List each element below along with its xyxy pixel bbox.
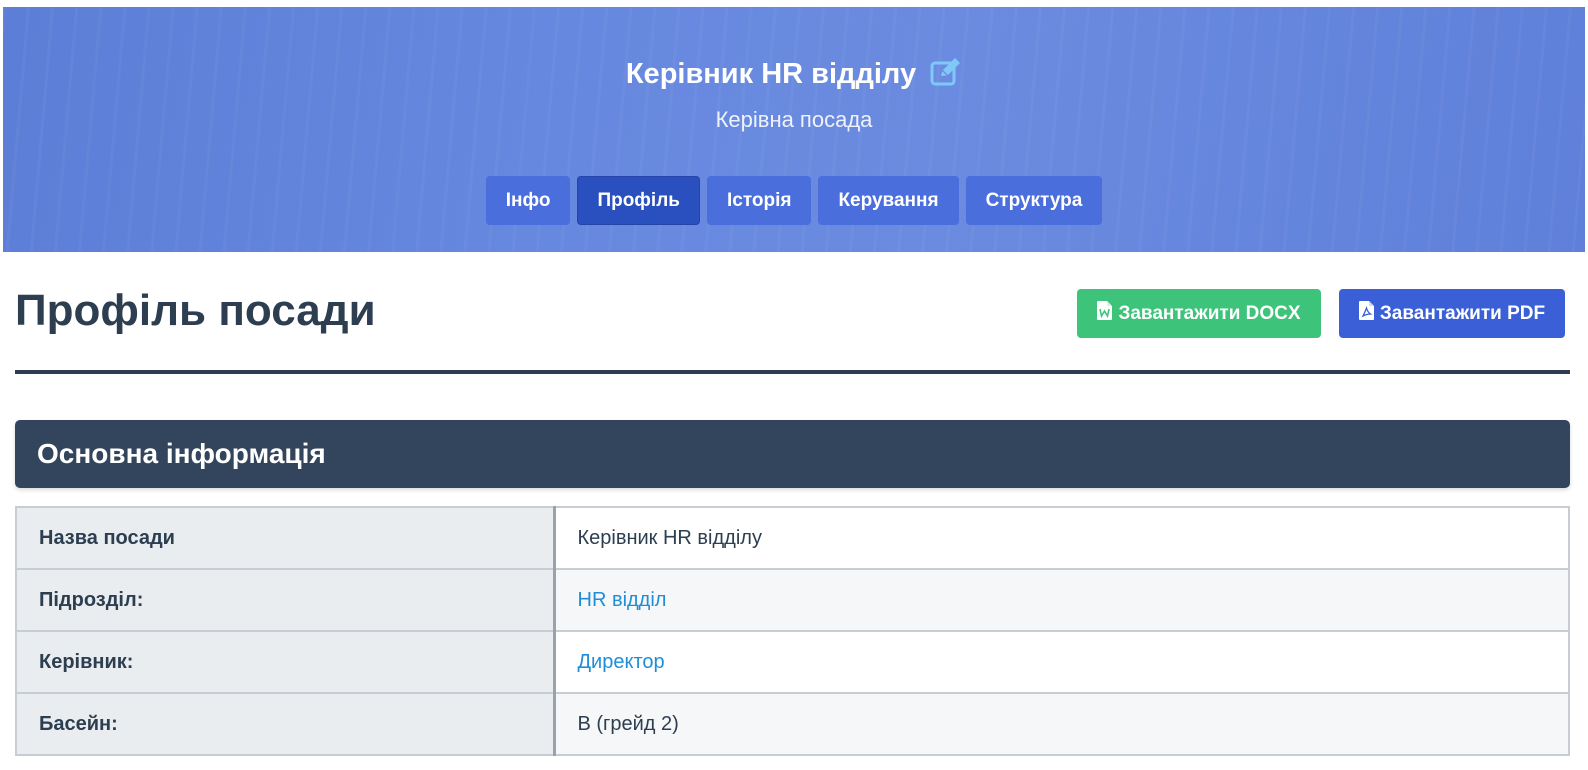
tab-info[interactable]: Інфо bbox=[485, 176, 571, 225]
table-row: Назва посади Керівник HR відділу bbox=[15, 506, 1570, 570]
row-label-department: Підрозділ: bbox=[15, 568, 556, 632]
row-value-manager-cell: Директор bbox=[553, 630, 1570, 694]
row-label-position-name: Назва посади bbox=[15, 506, 556, 570]
row-value-position-name: Керівник HR відділу bbox=[553, 506, 1570, 570]
row-value-pool: B (грейд 2) bbox=[553, 692, 1570, 756]
word-file-icon bbox=[1097, 301, 1113, 326]
download-pdf-button[interactable]: Завантажити PDF bbox=[1339, 289, 1565, 338]
tab-structure[interactable]: Структура bbox=[965, 176, 1103, 225]
pdf-file-icon bbox=[1358, 301, 1374, 326]
position-title-row: Керівник HR відділу bbox=[3, 57, 1585, 95]
row-value-department-cell: HR відділ bbox=[553, 568, 1570, 632]
position-hero-banner: Керівник HR відділу Керівна посада Інфо … bbox=[3, 7, 1585, 252]
manager-link[interactable]: Директор bbox=[578, 651, 665, 673]
position-title: Керівник HR відділу bbox=[625, 58, 917, 90]
table-row: Керівник: Директор bbox=[15, 630, 1570, 694]
page-header: Профіль посади Завантажити DOCX Завантаж… bbox=[15, 282, 1570, 374]
edit-icon[interactable] bbox=[930, 57, 962, 95]
download-docx-label: Завантажити DOCX bbox=[1118, 302, 1301, 324]
table-row: Басейн: B (грейд 2) bbox=[15, 692, 1570, 756]
row-label-pool: Басейн: bbox=[15, 692, 556, 756]
page-title: Профіль посади bbox=[15, 286, 376, 335]
tab-history[interactable]: Історія bbox=[706, 176, 812, 225]
row-label-manager: Керівник: bbox=[15, 630, 556, 694]
department-link[interactable]: HR відділ bbox=[578, 589, 667, 611]
tab-management[interactable]: Керування bbox=[818, 176, 959, 225]
position-tabs: Інфо Профіль Історія Керування Структура bbox=[3, 176, 1585, 225]
download-pdf-label: Завантажити PDF bbox=[1379, 302, 1546, 324]
tab-profile[interactable]: Профіль bbox=[577, 176, 700, 225]
table-row: Підрозділ: HR відділ bbox=[15, 568, 1570, 632]
section-header-basic-info: Основна інформація bbox=[15, 420, 1570, 488]
position-info-table: Назва посади Керівник HR відділу Підрозд… bbox=[15, 506, 1570, 756]
download-docx-button[interactable]: Завантажити DOCX bbox=[1077, 289, 1321, 338]
position-subtitle: Керівна посада bbox=[715, 107, 873, 132]
